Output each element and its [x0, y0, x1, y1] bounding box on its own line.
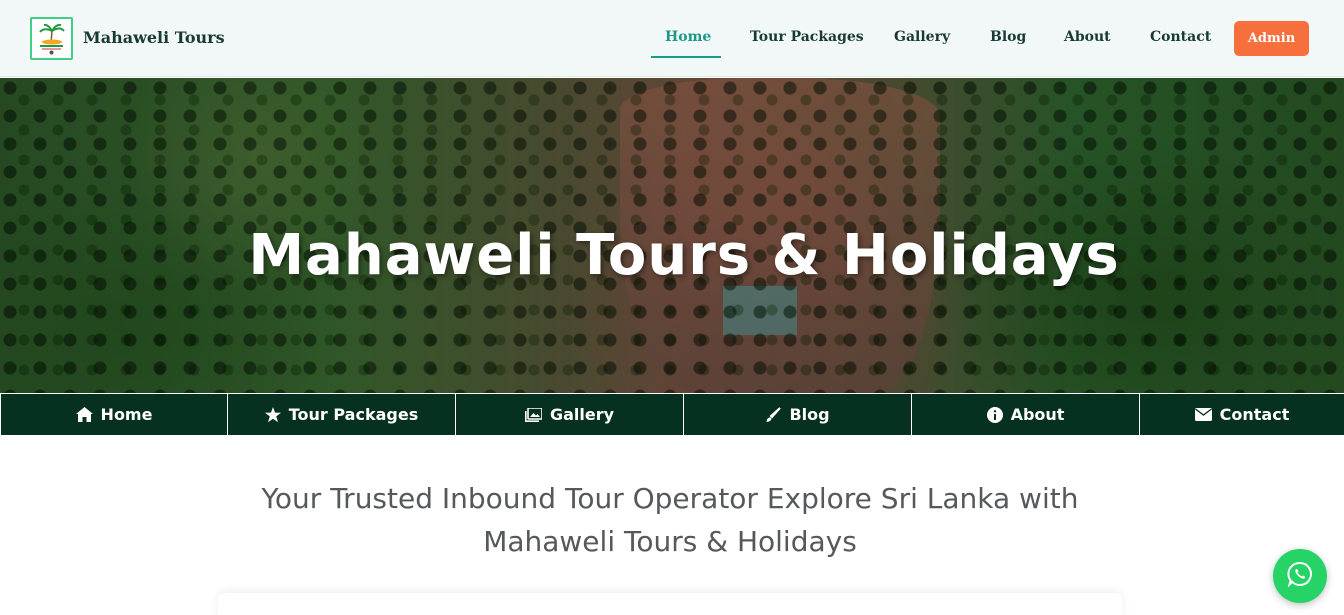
nav-about[interactable]: About [1064, 29, 1111, 45]
nav-home[interactable]: Home [665, 29, 711, 45]
subnav-gallery[interactable]: Gallery [456, 394, 684, 435]
admin-button[interactable]: Admin [1234, 21, 1309, 56]
home-icon [75, 407, 93, 422]
brush-icon [765, 406, 782, 423]
subnav-home-label: Home [100, 405, 153, 424]
envelope-icon [1194, 408, 1212, 421]
info-icon [986, 406, 1003, 423]
subnav-home[interactable]: Home [0, 394, 228, 435]
tagline-heading: Your Trusted Inbound Tour Operator Explo… [200, 477, 1140, 563]
subnav-about[interactable]: About [912, 394, 1140, 435]
subnav-blog[interactable]: Blog [684, 394, 912, 435]
top-navbar: Mahaweli Tours Home Tour Packages Galler… [0, 0, 1344, 77]
subnav-tour-packages[interactable]: Tour Packages [228, 394, 456, 435]
tagline-line-2: Mahaweli Tours & Holidays [483, 525, 857, 558]
subnav-gallery-label: Gallery [549, 405, 615, 424]
secondary-navbar: Home Tour Packages Gallery Blog About Co… [0, 393, 1344, 436]
whatsapp-icon [1287, 561, 1313, 591]
nav-blog[interactable]: Blog [990, 29, 1026, 45]
subnav-blog-label: Blog [789, 405, 830, 424]
subnav-contact[interactable]: Contact [1140, 394, 1344, 435]
brand-name[interactable]: Mahaweli Tours [83, 28, 225, 47]
subnav-tour-packages-label: Tour Packages [288, 405, 419, 424]
nav-contact[interactable]: Contact [1150, 29, 1211, 45]
palm-tree-logo-icon[interactable] [30, 17, 73, 60]
star-icon [264, 406, 281, 423]
content-card [218, 593, 1122, 615]
whatsapp-button[interactable] [1273, 549, 1327, 603]
hero-title: Mahaweli Tours & Holidays [248, 223, 1120, 288]
subnav-contact-label: Contact [1219, 405, 1290, 424]
active-nav-underline [651, 56, 721, 58]
nav-tour-packages[interactable]: Tour Packages [750, 29, 864, 45]
hero-banner: Mahaweli Tours & Holidays [0, 78, 1344, 393]
images-icon [524, 407, 542, 422]
nav-gallery[interactable]: Gallery [894, 29, 950, 45]
tagline-line-1: Your Trusted Inbound Tour Operator Explo… [261, 482, 1079, 515]
subnav-about-label: About [1010, 405, 1065, 424]
